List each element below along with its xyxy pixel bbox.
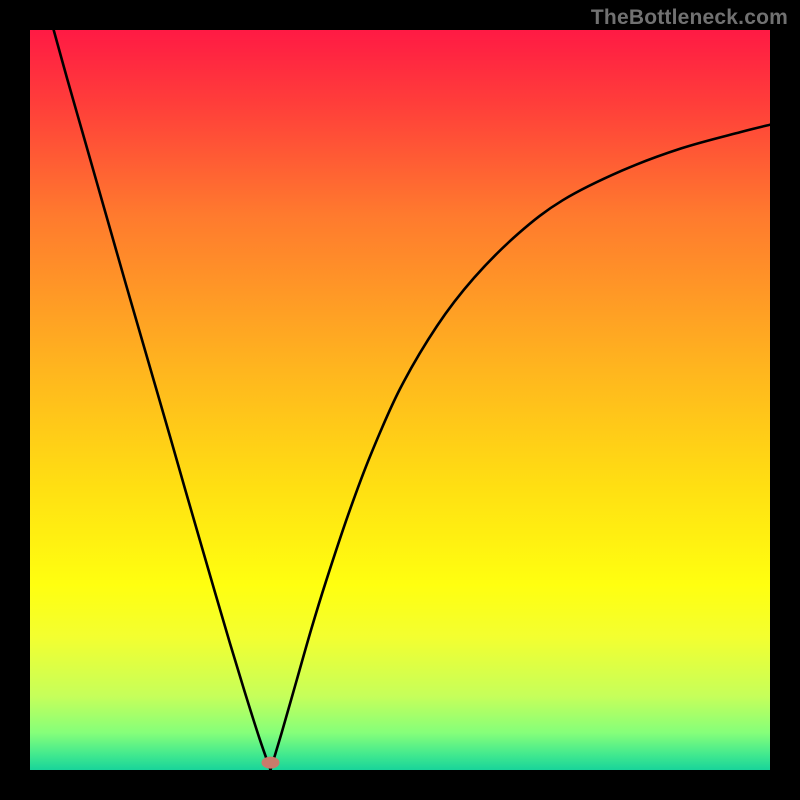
minimum-marker — [262, 757, 280, 769]
chart-svg — [30, 30, 770, 770]
gradient-background — [30, 30, 770, 770]
plot-area — [30, 30, 770, 770]
watermark-text: TheBottleneck.com — [591, 6, 788, 30]
chart-container: TheBottleneck.com — [0, 0, 800, 800]
